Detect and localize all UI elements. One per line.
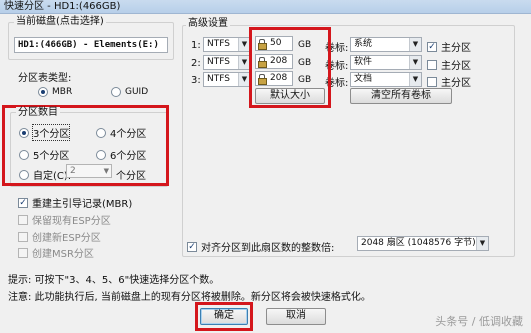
row-3-index: 3:	[191, 75, 201, 86]
row-2-primary-label: 主分区	[441, 61, 471, 72]
radio-3-partitions[interactable]: 3个分区	[19, 124, 71, 141]
radio-guid-label: GUID	[125, 87, 149, 97]
row-3-volume-select[interactable]: 文档 ▼	[350, 72, 422, 87]
row-2-primary-check[interactable]	[427, 59, 437, 70]
keep-esp-label: 保留现有ESP分区	[32, 216, 111, 227]
keep-esp-check	[18, 214, 28, 225]
custom-count-spinner[interactable]: 2 ▼	[66, 164, 112, 178]
radio-5-partitions[interactable]: 5个分区	[19, 147, 69, 162]
radio-5-label: 5个分区	[33, 151, 70, 162]
checkbox-keep-esp: 保留现有ESP分区	[18, 212, 111, 227]
row-1-fs-value: NTFS	[207, 39, 230, 49]
align-check[interactable]: ✓	[187, 241, 197, 252]
radio-guid-indicator[interactable]	[111, 87, 121, 97]
radio-custom-partitions[interactable]: 自定(C):	[19, 167, 71, 182]
row-2-volume-select[interactable]: 软件 ▼	[350, 55, 422, 70]
row-1-primary-check[interactable]: ✓	[427, 41, 437, 52]
radio-3-indicator[interactable]	[19, 127, 29, 138]
advanced-group-label: 高级设置	[186, 18, 230, 30]
custom-count-suffix: 个分区	[116, 171, 146, 182]
watermark-text: 头条号 / 低调收藏	[435, 315, 523, 328]
window-title: 快速分区 - HD1:(466GB)	[4, 1, 121, 12]
chevron-down-icon[interactable]: ▼	[409, 56, 421, 69]
chevron-down-icon[interactable]: ▼	[409, 73, 421, 86]
disk-group-label: 当前磁盘(点击选择)	[14, 16, 106, 28]
rebuild-mbr-label: 重建主引导记录(MBR)	[32, 199, 133, 210]
row-2-primary-checkbox[interactable]: 主分区	[427, 57, 471, 72]
row-1-index: 1:	[191, 40, 201, 51]
row-3-primary-label: 主分区	[441, 78, 471, 89]
align-checkbox[interactable]: ✓ 对齐分区到此扇区数的整数倍:	[187, 239, 334, 254]
checkbox-create-msr: 创建MSR分区	[18, 245, 94, 260]
radio-guid[interactable]: GUID	[111, 87, 148, 97]
align-value: 2048 扇区 (1048576 字节)	[361, 238, 476, 248]
row-1-volume-value: 系统	[354, 39, 373, 49]
chevron-down-icon[interactable]: ▼	[409, 38, 421, 51]
disk-selector[interactable]: HD1:(466GB) - Elements(E:)	[14, 37, 168, 53]
create-esp-label: 创建新ESP分区	[32, 233, 101, 244]
partition-count-label: 分区数目	[16, 107, 60, 119]
row-1-fs-select[interactable]: NTFS ▼	[203, 37, 251, 52]
partition-type-label: 分区表类型:	[18, 73, 72, 84]
row-3-primary-check[interactable]	[427, 76, 437, 87]
radio-4-indicator[interactable]	[96, 127, 106, 138]
radio-3-label: 3个分区	[31, 124, 71, 141]
radio-mbr-label: MBR	[52, 87, 73, 97]
row-2-fs-select[interactable]: NTFS ▼	[203, 55, 251, 70]
hint-text: 提示: 可按下"3、4、5、6"快速选择分区个数。	[8, 275, 220, 286]
ok-button-highlight	[195, 302, 253, 331]
radio-4-partitions[interactable]: 4个分区	[96, 125, 146, 140]
row-3-volume-value: 文档	[354, 74, 373, 84]
cancel-button[interactable]: 取消	[266, 308, 326, 325]
radio-6-indicator[interactable]	[96, 149, 106, 160]
create-msr-check	[18, 247, 28, 258]
row-2-fs-value: NTFS	[207, 57, 230, 67]
radio-mbr[interactable]: MBR	[38, 87, 72, 97]
chevron-down-icon[interactable]: ▼	[104, 165, 109, 177]
checkbox-rebuild-mbr[interactable]: ✓ 重建主引导记录(MBR)	[18, 195, 132, 210]
align-select[interactable]: 2048 扇区 (1048576 字节) ▼	[357, 236, 489, 251]
radio-mbr-indicator[interactable]	[38, 87, 48, 97]
row-1-primary-checkbox[interactable]: ✓ 主分区	[427, 39, 471, 54]
radio-6-label: 6个分区	[110, 151, 147, 162]
clear-labels-button[interactable]: 清空所有卷标	[350, 88, 452, 104]
custom-count-value: 2	[70, 166, 76, 176]
rebuild-mbr-check[interactable]: ✓	[18, 197, 28, 208]
size-column-highlight	[249, 27, 331, 108]
create-msr-label: 创建MSR分区	[32, 249, 94, 260]
radio-6-partitions[interactable]: 6个分区	[96, 147, 146, 162]
row-1-volume-select[interactable]: 系统 ▼	[350, 37, 422, 52]
row-1-primary-label: 主分区	[441, 43, 471, 54]
radio-4-label: 4个分区	[110, 129, 147, 140]
radio-5-indicator[interactable]	[19, 149, 29, 160]
row-3-primary-checkbox[interactable]: 主分区	[427, 74, 471, 89]
title-bar: 快速分区 - HD1:(466GB)	[0, 0, 531, 14]
create-esp-check	[18, 231, 28, 242]
row-3-fs-value: NTFS	[207, 74, 230, 84]
align-label: 对齐分区到此扇区数的整数倍:	[201, 243, 335, 254]
radio-custom-indicator[interactable]	[19, 169, 29, 180]
row-2-index: 2:	[191, 58, 201, 69]
row-2-volume-value: 软件	[354, 57, 373, 67]
checkbox-create-esp: 创建新ESP分区	[18, 229, 101, 244]
note-text: 注意: 此功能执行后, 当前磁盘上的现有分区将被删除。新分区将会被快速格式化。	[8, 292, 371, 303]
chevron-down-icon[interactable]: ▼	[476, 237, 488, 250]
row-3-fs-select[interactable]: NTFS ▼	[203, 72, 251, 87]
